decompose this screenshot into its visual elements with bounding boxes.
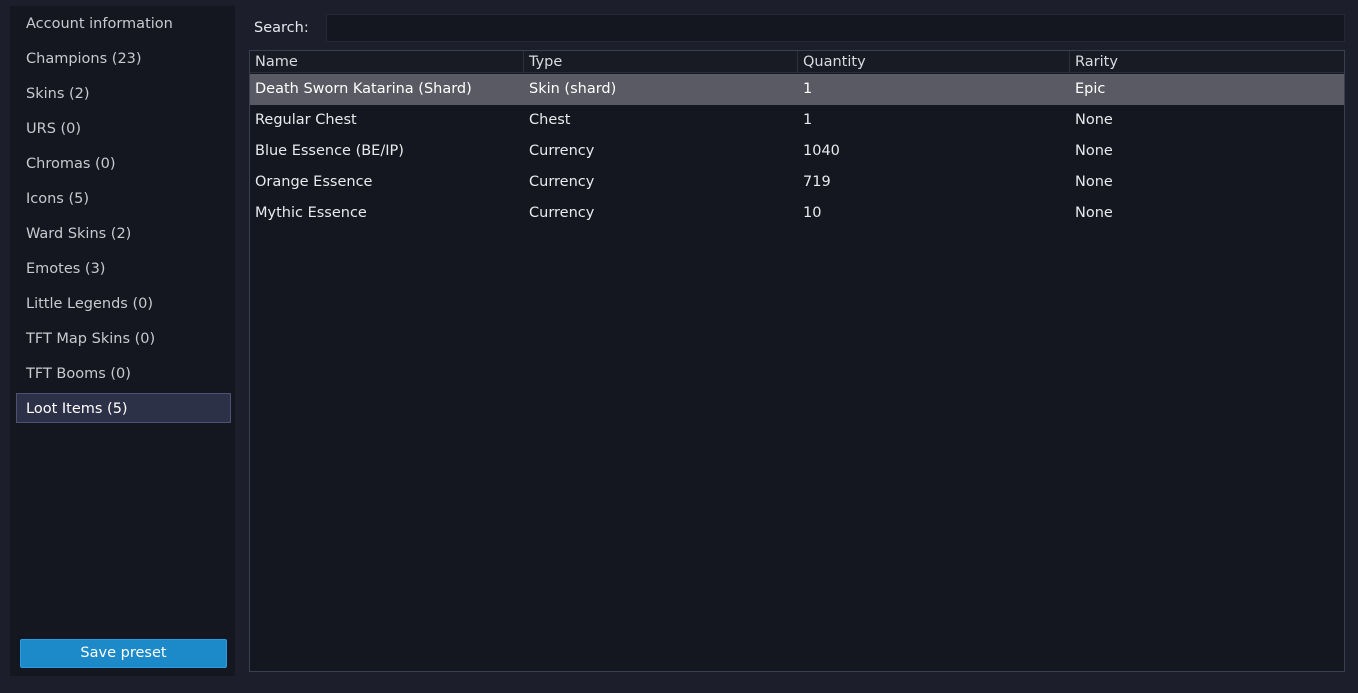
sidebar-item-tft-map-skins[interactable]: TFT Map Skins (0) [16, 323, 231, 353]
table-row[interactable]: Blue Essence (BE/IP) Currency 1040 None [250, 136, 1344, 167]
search-input[interactable] [326, 14, 1345, 42]
column-header-name[interactable]: Name [250, 51, 524, 73]
cell-quantity: 1040 [803, 143, 840, 159]
cell-quantity: 1 [803, 112, 813, 128]
sidebar-item-chromas[interactable]: Chromas (0) [16, 148, 231, 178]
table-row[interactable]: Orange Essence Currency 719 None [250, 167, 1344, 198]
cell-type: Skin (shard) [529, 81, 617, 97]
cell-quantity: 10 [803, 205, 822, 221]
cell-quantity: 719 [803, 174, 831, 190]
cell-name: Mythic Essence [255, 205, 367, 221]
cell-name: Death Sworn Katarina (Shard) [255, 81, 472, 97]
cell-type: Chest [529, 112, 571, 128]
cell-rarity: None [1075, 112, 1113, 128]
table-row[interactable]: Mythic Essence Currency 10 None [250, 198, 1344, 229]
cell-name: Orange Essence [255, 174, 373, 190]
sidebar-item-urs[interactable]: URS (0) [16, 113, 231, 143]
loot-items-table: Name Type Quantity Rarity Death Sworn Ka… [249, 50, 1345, 672]
sidebar-item-emotes[interactable]: Emotes (3) [16, 253, 231, 283]
table-row[interactable]: Regular Chest Chest 1 None [250, 105, 1344, 136]
sidebar-item-loot-items[interactable]: Loot Items (5) [16, 393, 231, 423]
sidebar-item-ward-skins[interactable]: Ward Skins (2) [16, 218, 231, 248]
cell-type: Currency [529, 143, 595, 159]
column-header-type[interactable]: Type [524, 51, 798, 73]
cell-name: Regular Chest [255, 112, 357, 128]
column-header-rarity[interactable]: Rarity [1070, 51, 1344, 73]
sidebar-item-little-legends[interactable]: Little Legends (0) [16, 288, 231, 318]
table-row[interactable]: Death Sworn Katarina (Shard) Skin (shard… [250, 74, 1344, 105]
sidebar: Account information Champions (23) Skins… [10, 6, 235, 676]
sidebar-item-skins[interactable]: Skins (2) [16, 78, 231, 108]
cell-rarity: None [1075, 205, 1113, 221]
cell-quantity: 1 [803, 81, 813, 97]
cell-rarity: None [1075, 143, 1113, 159]
sidebar-item-tft-booms[interactable]: TFT Booms (0) [16, 358, 231, 388]
save-preset-button[interactable]: Save preset [20, 639, 227, 668]
cell-type: Currency [529, 174, 595, 190]
table-header: Name Type Quantity Rarity [250, 51, 1344, 73]
sidebar-item-icons[interactable]: Icons (5) [16, 183, 231, 213]
search-label: Search: [254, 20, 309, 36]
sidebar-item-account-information[interactable]: Account information [16, 8, 231, 38]
sidebar-item-champions[interactable]: Champions (23) [16, 43, 231, 73]
cell-type: Currency [529, 205, 595, 221]
cell-name: Blue Essence (BE/IP) [255, 143, 404, 159]
cell-rarity: Epic [1075, 81, 1106, 97]
cell-rarity: None [1075, 174, 1113, 190]
column-header-quantity[interactable]: Quantity [798, 51, 1070, 73]
